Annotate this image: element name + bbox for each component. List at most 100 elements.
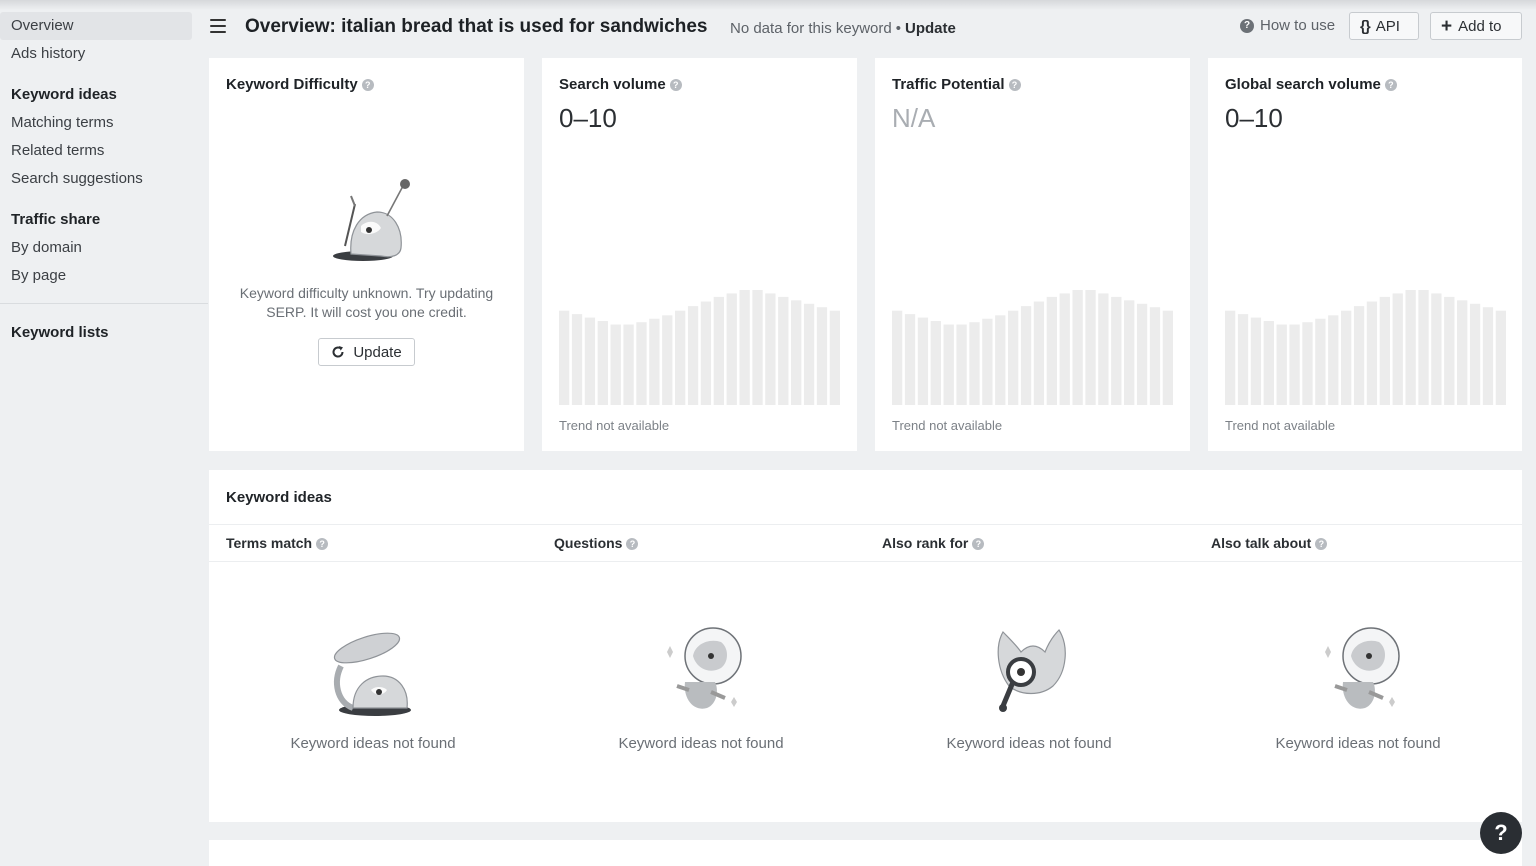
trend-placeholder-bar bbox=[1263, 321, 1274, 405]
traffic-potential-title: Traffic Potential bbox=[892, 76, 1005, 93]
trend-placeholder-bar bbox=[765, 293, 776, 405]
sidebar-item-related-terms[interactable]: Related terms bbox=[0, 137, 192, 165]
global-search-volume-card: Global search volume? 0–10 Trend not ava… bbox=[1208, 58, 1522, 451]
sidebar-item-search-suggestions[interactable]: Search suggestions bbox=[0, 165, 192, 193]
help-icon[interactable]: ? bbox=[1384, 79, 1397, 91]
divider bbox=[209, 561, 1522, 562]
keyword-difficulty-title: Keyword Difficulty bbox=[226, 76, 358, 93]
mascot-digging-illustration bbox=[333, 179, 410, 261]
trend-placeholder-bar bbox=[1225, 310, 1236, 405]
trend-placeholder-chart bbox=[892, 290, 1173, 405]
trend-placeholder-bar bbox=[1457, 300, 1468, 405]
trend-placeholder-bar bbox=[713, 296, 724, 405]
column-questions[interactable]: Questions? bbox=[554, 535, 639, 551]
trend-placeholder-bar bbox=[726, 293, 737, 405]
trend-placeholder-bar bbox=[1085, 290, 1096, 405]
astronaut-mascot-illustration bbox=[1325, 627, 1400, 709]
trend-placeholder-bar bbox=[675, 310, 686, 405]
trend-placeholder-bar bbox=[917, 317, 929, 405]
trend-placeholder-chart bbox=[559, 290, 840, 405]
card-title: Global search volume? bbox=[1225, 76, 1397, 93]
help-icon[interactable]: ? bbox=[972, 538, 985, 550]
trend-placeholder-bar bbox=[1366, 301, 1378, 405]
questions-empty-message: Keyword ideas not found bbox=[618, 735, 784, 752]
trend-placeholder-bar bbox=[995, 315, 1006, 405]
trend-placeholder-bar bbox=[956, 324, 967, 405]
trend-placeholder-bar bbox=[943, 324, 954, 405]
column-also-rank-for[interactable]: Also rank for? bbox=[882, 535, 985, 551]
header-update-link[interactable]: Update bbox=[905, 20, 956, 37]
sidebar-item-matching-terms[interactable]: Matching terms bbox=[0, 109, 192, 137]
kd-update-label: Update bbox=[353, 343, 402, 361]
column-label: Also talk about bbox=[1211, 535, 1312, 551]
sidebar-item-ads-history[interactable]: Ads history bbox=[0, 40, 192, 68]
trend-placeholder-bar bbox=[1328, 315, 1339, 405]
also-rank-for-empty-message: Keyword ideas not found bbox=[946, 735, 1112, 752]
trend-placeholder-bar bbox=[649, 318, 660, 405]
api-button[interactable]: {} API bbox=[1349, 12, 1419, 40]
trend-placeholder-bar bbox=[803, 303, 815, 405]
plus-icon: + bbox=[1441, 15, 1453, 37]
how-to-use-link[interactable]: ? How to use bbox=[1240, 17, 1335, 34]
trend-placeholder-bar bbox=[778, 296, 789, 405]
trend-placeholder-bar bbox=[559, 310, 570, 405]
help-icon[interactable]: ? bbox=[1315, 538, 1328, 550]
sidebar-item-by-page[interactable]: By page bbox=[0, 262, 192, 290]
trend-placeholder-bar bbox=[584, 317, 596, 405]
sidebar-item-keyword-ideas[interactable]: Keyword ideas bbox=[0, 81, 192, 109]
question-circle-icon: ? bbox=[1240, 18, 1254, 33]
no-data-status: No data for this keyword • Update bbox=[730, 20, 956, 37]
hamburger-menu-icon[interactable] bbox=[210, 19, 226, 33]
card-title: Keyword Difficulty? bbox=[226, 76, 374, 93]
trend-placeholder-bar bbox=[892, 310, 903, 405]
search-volume-title: Search volume bbox=[559, 76, 666, 93]
trend-placeholder-bar bbox=[791, 300, 802, 405]
sidebar-item-overview[interactable]: Overview bbox=[0, 12, 192, 40]
mascot-magnifier-illustration bbox=[997, 629, 1066, 712]
trend-placeholder-bar bbox=[1341, 310, 1352, 405]
help-icon[interactable]: ? bbox=[669, 79, 682, 91]
trend-placeholder-bar bbox=[571, 314, 583, 405]
astronaut-mascot-illustration bbox=[667, 627, 742, 709]
help-chat-button[interactable]: ? bbox=[1480, 812, 1522, 854]
trend-placeholder-bar bbox=[1482, 307, 1494, 405]
help-icon[interactable]: ? bbox=[361, 79, 374, 91]
trend-placeholder-bar bbox=[1124, 300, 1135, 405]
next-section-card bbox=[209, 840, 1522, 866]
sidebar-item-by-domain[interactable]: By domain bbox=[0, 234, 192, 262]
mascot-lid-illustration bbox=[333, 632, 411, 716]
trend-placeholder-bar bbox=[1469, 303, 1481, 405]
trend-placeholder-bar bbox=[816, 307, 828, 405]
help-icon[interactable]: ? bbox=[1008, 79, 1021, 91]
trend-placeholder-bar bbox=[1392, 293, 1403, 405]
divider bbox=[209, 524, 1522, 525]
trend-placeholder-bar bbox=[1033, 301, 1045, 405]
search-volume-value: 0–10 bbox=[559, 103, 617, 133]
trend-placeholder-bar bbox=[1046, 296, 1057, 405]
column-terms-match[interactable]: Terms match? bbox=[226, 535, 329, 551]
trend-placeholder-bar bbox=[829, 310, 840, 405]
trend-placeholder-bar bbox=[752, 290, 763, 405]
kd-update-button[interactable]: Update bbox=[318, 338, 415, 366]
sidebar-item-keyword-lists[interactable]: Keyword lists bbox=[0, 319, 192, 347]
search-volume-card: Search volume? 0–10 Trend not available bbox=[542, 58, 857, 451]
keyword-ideas-panel: Keyword ideas Terms match? Questions? Al… bbox=[209, 470, 1522, 822]
add-to-button[interactable]: + Add to bbox=[1430, 12, 1522, 40]
how-to-use-label: How to use bbox=[1260, 17, 1336, 34]
help-icon[interactable]: ? bbox=[316, 538, 329, 550]
column-also-talk-about[interactable]: Also talk about? bbox=[1211, 535, 1328, 551]
trend-placeholder-bar bbox=[739, 290, 750, 405]
trend-not-available-label: Trend not available bbox=[892, 418, 1003, 433]
trend-placeholder-bar bbox=[1136, 303, 1148, 405]
sidebar-item-traffic-share[interactable]: Traffic share bbox=[0, 206, 192, 234]
trend-not-available-label: Trend not available bbox=[1225, 418, 1336, 433]
trend-placeholder-bar bbox=[1059, 293, 1070, 405]
trend-placeholder-bar bbox=[597, 321, 608, 405]
trend-placeholder-bar bbox=[662, 315, 673, 405]
trend-placeholder-bar bbox=[1444, 296, 1455, 405]
api-label: API bbox=[1375, 17, 1400, 35]
trend-placeholder-bar bbox=[1379, 296, 1390, 405]
column-label: Terms match bbox=[226, 535, 313, 551]
help-icon[interactable]: ? bbox=[626, 538, 639, 550]
